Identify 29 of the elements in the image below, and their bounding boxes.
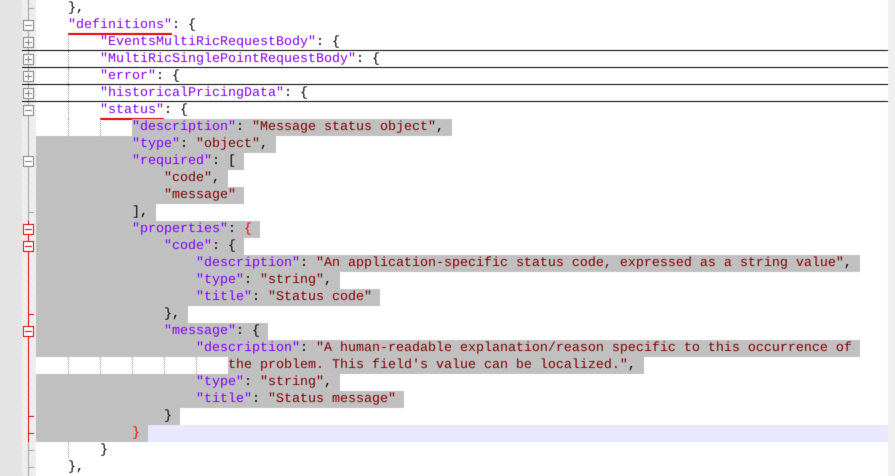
fold-margin <box>22 357 36 374</box>
collapse-icon[interactable] <box>23 326 34 337</box>
fold-margin <box>22 391 36 408</box>
code-line: }, <box>68 0 85 17</box>
collapse-icon[interactable] <box>23 241 34 252</box>
code-line: "error": { <box>100 68 181 84</box>
expand-icon[interactable] <box>23 88 34 98</box>
expand-icon[interactable] <box>23 54 34 64</box>
expand-icon[interactable] <box>23 70 34 82</box>
code-line: "MultiRicSinglePointRequestBody": { <box>100 51 381 67</box>
collapse-icon[interactable] <box>23 224 34 235</box>
fold-margin <box>22 204 36 221</box>
collapse-icon[interactable] <box>23 156 34 167</box>
code-line: }, <box>68 459 85 476</box>
expand-icon[interactable] <box>23 36 34 48</box>
fold-margin <box>22 272 36 289</box>
code-line: "definitions": { <box>68 17 197 34</box>
code-line: } <box>100 442 109 459</box>
scrollbar[interactable] <box>888 0 895 476</box>
fold-margin <box>22 289 36 306</box>
fold-margin <box>22 187 36 204</box>
fold-margin <box>22 374 36 391</box>
collapse-icon[interactable] <box>23 20 34 31</box>
fold-margin <box>22 459 36 476</box>
fold-margin <box>22 442 36 459</box>
fold-margin <box>22 408 36 425</box>
code-line: "EventsMultiRicRequestBody": { <box>100 34 341 50</box>
collapse-icon[interactable] <box>23 105 34 116</box>
code-line: "historicalPricingData": { <box>100 85 309 101</box>
